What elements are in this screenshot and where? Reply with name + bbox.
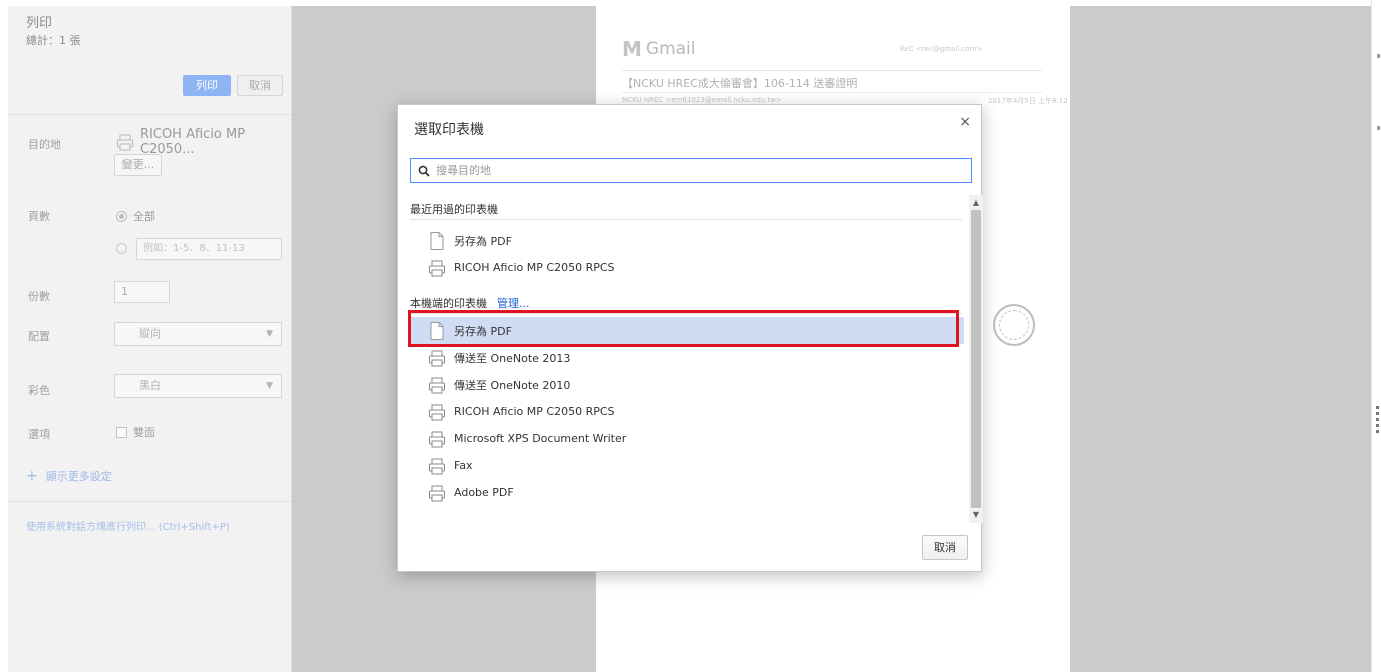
more-settings-label: 顯示更多設定 — [45, 470, 112, 483]
color-select[interactable]: 黑白 ▼ — [114, 374, 282, 398]
scroll-down-icon[interactable]: ▼ — [969, 508, 983, 522]
local-printers-header: 本機端的印表機 管理... — [410, 295, 530, 311]
printer-list: 最近用過的印表機 另存為 PDF RICOH Aficio MP C2050 R… — [410, 197, 982, 527]
scroll-marker — [1377, 126, 1380, 130]
mail-date: 2017年4月5日 上午8:12 — [988, 97, 1068, 105]
scroll-marker — [1377, 54, 1380, 58]
list-item-xps-writer[interactable]: Microsoft XPS Document Writer — [410, 425, 964, 452]
layout-value: 縱向 — [139, 327, 161, 340]
list-item-recent-ricoh[interactable]: RICOH Aficio MP C2050 RPCS — [410, 254, 964, 281]
sidebar-divider — [8, 114, 292, 115]
duplex-checkbox[interactable]: 雙面 — [116, 424, 155, 440]
pages-all-label: 全部 — [133, 210, 155, 223]
sidebar-cancel-button[interactable]: 取消 — [237, 75, 283, 96]
manage-printers-link[interactable]: 管理... — [497, 295, 530, 311]
search-input[interactable] — [436, 164, 956, 177]
window-top-edge — [0, 0, 1381, 6]
list-item-adobe-pdf[interactable]: Adobe PDF — [410, 479, 964, 506]
radio-selected-icon — [116, 210, 127, 222]
gmail-logo-text: Gmail — [645, 39, 696, 59]
gmail-logo: M Gmail — [622, 37, 696, 61]
list-item-label: 傳送至 OneNote 2013 — [454, 351, 571, 365]
options-label: 選項 — [28, 428, 50, 441]
color-label: 彩色 — [28, 384, 50, 397]
section-divider — [410, 219, 962, 220]
recent-header-label: 最近用過的印表機 — [410, 203, 498, 216]
list-item-recent-save-pdf[interactable]: 另存為 PDF — [410, 227, 964, 254]
copies-input[interactable]: 1 — [114, 281, 170, 303]
dialog-cancel-button[interactable]: 取消 — [922, 535, 968, 560]
more-options-icon[interactable] — [1376, 406, 1379, 433]
list-item-label: 傳送至 OneNote 2010 — [454, 378, 571, 392]
search-icon — [418, 165, 430, 177]
pages-range-radio[interactable] — [116, 243, 127, 254]
selection-highlight-annotation — [408, 310, 959, 347]
sheet-total: 總計：1 張 — [26, 34, 81, 47]
duplex-label: 雙面 — [133, 426, 155, 439]
print-button[interactable]: 列印 — [183, 75, 231, 96]
more-settings-link[interactable]: + 顯示更多設定 — [26, 468, 112, 484]
printer-icon — [429, 377, 445, 393]
list-item-onenote-2010[interactable]: 傳送至 OneNote 2010 — [410, 371, 964, 398]
list-item-label: RICOH Aficio MP C2050 RPCS — [454, 405, 615, 418]
recent-printers-header: 最近用過的印表機 — [410, 201, 498, 217]
printer-icon — [429, 431, 445, 447]
layout-select[interactable]: 縱向 ▼ — [114, 322, 282, 346]
search-field[interactable] — [410, 158, 972, 183]
right-scroll-strip[interactable] — [1371, 0, 1381, 672]
destination-value: RICOH Aficio MP C2050... — [116, 127, 291, 157]
local-header-label: 本機端的印表機 — [410, 297, 487, 310]
chevron-down-icon: ▼ — [266, 329, 273, 339]
list-item-onenote-2013[interactable]: 傳送至 OneNote 2013 — [410, 344, 964, 371]
window-left-edge — [0, 0, 8, 672]
list-item-label: Microsoft XPS Document Writer — [454, 432, 627, 445]
list-item-label: Fax — [454, 459, 473, 472]
close-icon[interactable]: × — [959, 114, 971, 130]
seal-stamp-icon — [993, 304, 1035, 346]
sidebar-title: 列印 — [26, 16, 53, 31]
dialog-title: 選取印表機 — [414, 122, 484, 138]
destination-label: 目的地 — [28, 138, 61, 151]
list-item-fax[interactable]: Fax — [410, 452, 964, 479]
dialog-scrollbar-thumb[interactable] — [971, 210, 981, 508]
mail-subject: 【NCKU HREC成大倫審會】106-114 送審證明 — [622, 77, 858, 90]
print-settings-sidebar: 列印 總計：1 張 列印 取消 目的地 RICOH Aficio MP C205… — [8, 6, 292, 672]
pages-label: 頁數 — [28, 210, 50, 223]
page-divider — [622, 92, 1042, 93]
gmail-m-icon: M — [622, 37, 642, 61]
list-item-label: Adobe PDF — [454, 486, 514, 499]
scroll-up-icon[interactable]: ▲ — [969, 196, 983, 210]
pages-range-input[interactable]: 例如：1-5、8、11-13 — [136, 238, 282, 260]
list-item-label: 另存為 PDF — [454, 234, 512, 248]
mail-sender: NCKU HREC <em61023@email.ncku.edu.tw> — [622, 96, 782, 104]
system-dialog-link[interactable]: 使用系統對話方塊進行列印... (Ctrl+Shift+P) — [26, 518, 230, 533]
pages-all-radio[interactable]: 全部 — [116, 208, 155, 224]
printer-icon — [429, 404, 445, 420]
checkbox-icon — [116, 426, 127, 438]
chevron-down-icon: ▼ — [266, 381, 273, 391]
sidebar-divider — [8, 501, 292, 502]
list-item-local-ricoh[interactable]: RICOH Aficio MP C2050 RPCS — [410, 398, 964, 425]
gmail-account: ReC <rec@gmail.com> — [900, 45, 983, 53]
copies-label: 份數 — [28, 290, 50, 303]
printer-icon — [429, 350, 445, 366]
plus-icon: + — [26, 468, 38, 484]
layout-label: 配置 — [28, 330, 50, 343]
printer-icon — [429, 260, 445, 276]
printer-icon — [429, 485, 445, 501]
change-destination-button[interactable]: 變更... — [114, 154, 162, 176]
list-item-label: RICOH Aficio MP C2050 RPCS — [454, 261, 615, 274]
color-value: 黑白 — [139, 379, 161, 392]
pdf-document-icon — [430, 231, 444, 250]
page-divider — [622, 70, 1042, 71]
printer-icon — [429, 458, 445, 474]
printer-icon — [117, 134, 133, 151]
destination-name: RICOH Aficio MP C2050... — [140, 127, 246, 157]
